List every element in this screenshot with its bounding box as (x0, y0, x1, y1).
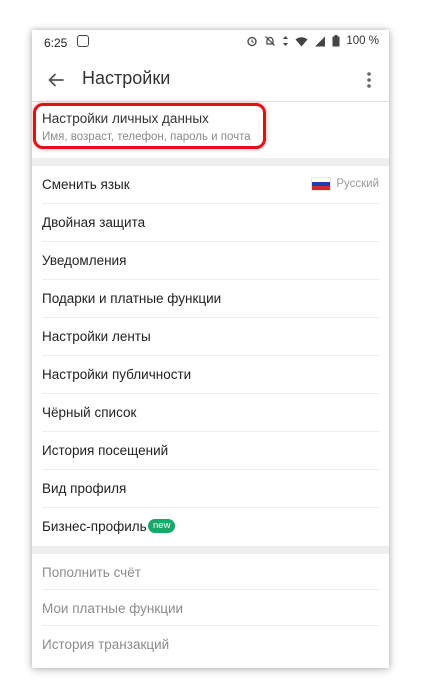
list-item[interactable]: История транзакций (32, 626, 389, 662)
personal-data-settings[interactable]: Настройки личных данных Имя, возраст, те… (32, 102, 389, 158)
russian-flag-icon (312, 178, 331, 190)
list-item[interactable]: Подарки и платные функции (32, 280, 389, 318)
list-item[interactable]: Чёрный список (32, 394, 389, 432)
battery-icon (332, 35, 340, 47)
data-arrows-icon (283, 36, 289, 46)
list-item-label: Настройки ленты (42, 329, 151, 344)
signal-icon (315, 36, 326, 46)
notification-app-icon (77, 35, 89, 47)
business-profile-item[interactable]: Бизнес-профиль new (32, 508, 389, 546)
list-item-label: Подарки и платные функции (42, 291, 222, 306)
list-item-label: История транзакций (42, 637, 170, 652)
app-bar: Настройки (32, 56, 389, 102)
list-item[interactable]: Настройки ленты (32, 318, 389, 356)
list-item-label: Двойная защита (42, 215, 146, 230)
battery-level: 100 % (346, 35, 379, 47)
status-bar: 6:25 100 % (32, 30, 389, 56)
language-value-text: Русский (336, 178, 379, 190)
list-item-label: Мои платные функции (42, 601, 184, 616)
list-item-label: Уведомления (42, 253, 127, 268)
phone-screen: 6:25 100 % Настройки Настройки личных да… (32, 30, 389, 668)
list-item-label: История посещений (42, 443, 169, 458)
business-profile-label: Бизнес-профиль (42, 519, 147, 534)
section-gap (32, 546, 389, 554)
list-item-label: Настройки публичности (42, 367, 192, 382)
language-value: Русский (312, 178, 379, 190)
list-item[interactable]: Мои платные функции (32, 590, 389, 626)
section-gap (32, 158, 389, 166)
alarm-icon (247, 36, 258, 47)
list-item[interactable]: История посещений (32, 432, 389, 470)
list-item[interactable]: Пополнить счёт (32, 554, 389, 590)
change-language-item[interactable]: Сменить язык Русский (32, 166, 389, 204)
list-item-label: Вид профиля (42, 481, 127, 496)
list-item-label: Пополнить счёт (42, 565, 141, 580)
wifi-icon (295, 36, 308, 46)
list-item[interactable]: Вид профиля (32, 470, 389, 508)
arrow-back-icon[interactable] (44, 68, 68, 92)
new-badge: new (148, 519, 176, 533)
highlight-outline (33, 103, 266, 149)
notifications-off-icon (265, 36, 276, 46)
status-time: 6:25 (44, 36, 68, 50)
change-language-label: Сменить язык (42, 177, 130, 192)
list-item[interactable]: Настройки публичности (32, 356, 389, 394)
list-item[interactable]: Уведомления (32, 242, 389, 280)
list-item[interactable]: Двойная защита (32, 204, 389, 242)
more-vert-icon[interactable] (359, 68, 379, 92)
list-item-label: Чёрный список (42, 405, 137, 420)
status-icons: 100 % (246, 35, 379, 47)
page-title: Настройки (82, 68, 171, 88)
